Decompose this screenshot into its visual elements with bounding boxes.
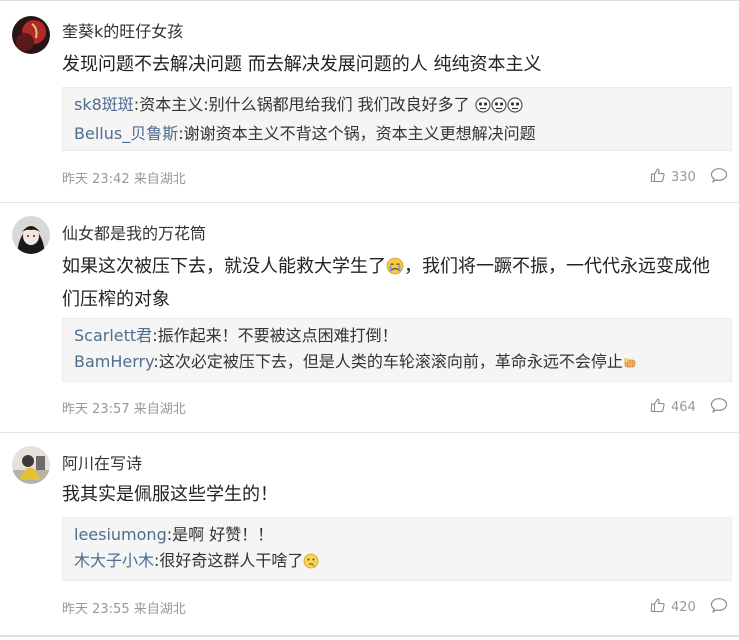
crying-face-icon [386,255,404,285]
comment-time: 昨天 23:55 [62,602,130,617]
top-divider [0,0,739,1]
thumbs-up-icon [650,597,666,617]
reply-list: Scarlett君:振作起来！不要被这点困难打倒！ BamHerry:这次必定被… [62,318,732,382]
reply-username[interactable]: Bellus_贝鲁斯 [74,124,178,143]
reply-username[interactable]: BamHerry [74,352,153,371]
reply-list: leesiumong:是啊 好赞！！ 木大子小木:很好奇这群人干啥了 [62,517,732,581]
comment-item: 仙女都是我的万花筒 如果这次被压下去，就没人能救大学生了 ，我们将一蹶不振，一代代… [0,216,739,430]
reply-list: sk8斑斑:资本主义:别什么锅都甩给我们 我们改良好多了 Bellus_贝鲁斯:… [62,87,732,151]
comment-reply-icon[interactable] [710,597,728,617]
thumbs-up-icon [650,167,666,187]
reply-username[interactable]: 木大子小木 [74,551,154,570]
reply-text: 很好奇这群人干啥了 [159,551,304,570]
reply-text: 资本主义:别什么锅都甩给我们 我们改良好多了 [139,95,470,114]
comment-username[interactable]: 仙女都是我的万花筒 [62,220,206,244]
like-button[interactable]: 464 [650,397,696,417]
reply-item: leesiumong:是啊 好赞！！ [74,525,274,544]
reply-text: 是啊 好赞！！ [172,525,274,544]
reply-item: Bellus_贝鲁斯:谢谢资本主义不背这个锅，资本主义更想解决问题 [74,124,536,143]
like-button[interactable]: 420 [650,597,696,617]
comment-location: 来自湖北 [133,172,186,187]
disapproval-face-icon [491,95,507,121]
reply-username[interactable]: leesiumong [74,525,167,544]
reply-username[interactable]: Scarlett君 [74,326,152,345]
reply-item: Scarlett君:振作起来！不要被这点困难打倒！ [74,326,398,345]
reply-item: 木大子小木:很好奇这群人干啥了 [74,548,731,577]
comment-location: 来自湖北 [133,402,186,417]
comment-username[interactable]: 阿川在写诗 [62,450,142,474]
comment-meta: 昨天 23:57 来自湖北 [62,398,186,417]
comment-reply-icon[interactable] [710,167,728,187]
like-count: 464 [671,399,696,415]
fist-icon [623,352,637,378]
disapproval-face-icon [507,95,523,121]
comment-reply-icon[interactable] [710,397,728,417]
comment-username[interactable]: 奎葵k的旺仔女孩 [62,18,183,42]
like-button[interactable]: 330 [650,167,696,187]
comment-divider [0,432,739,433]
comment-content: 如果这次被压下去，就没人能救大学生了 ，我们将一蹶不振，一代代永远变成他们压榨的对… [62,255,710,310]
avatar[interactable] [12,446,50,484]
reply-item: sk8斑斑:资本主义:别什么锅都甩给我们 我们改良好多了 [74,92,731,121]
comment-content: 发现问题不去解决问题 而去解决发展问题的人 纯纯资本主义 [62,54,542,75]
comment-meta: 昨天 23:42 来自湖北 [62,168,186,187]
comment-item: 奎葵k的旺仔女孩 发现问题不去解决问题 而去解决发展问题的人 纯纯资本主义 sk… [0,14,739,204]
comment-location: 来自湖北 [133,602,186,617]
comment-content: 我其实是佩服这些学生的！ [62,484,278,505]
thumbs-up-icon [650,397,666,417]
reply-text: 振作起来！不要被这点困难打倒！ [157,326,398,345]
like-count: 420 [671,599,696,615]
comment-meta: 昨天 23:55 来自湖北 [62,598,186,617]
avatar[interactable] [12,16,50,54]
disapproval-face-icon [475,95,491,121]
comment-divider [0,202,739,203]
thinking-face-icon [303,551,319,577]
comment-time: 昨天 23:42 [62,172,130,187]
reply-username[interactable]: sk8斑斑 [74,95,134,114]
avatar[interactable] [12,216,50,254]
bottom-divider [0,635,739,637]
comment-item: 阿川在写诗 我其实是佩服这些学生的！ leesiumong:是啊 好赞！！ 木大… [0,446,739,626]
comment-time: 昨天 23:57 [62,402,130,417]
reply-text: 这次必定被压下去，但是人类的车轮滚滚向前，革命永远不会停止 [158,352,623,371]
reply-item: BamHerry:这次必定被压下去，但是人类的车轮滚滚向前，革命永远不会停止 [74,349,731,378]
reply-text: 谢谢资本主义不背这个锅，资本主义更想解决问题 [183,124,536,143]
like-count: 330 [671,169,696,185]
